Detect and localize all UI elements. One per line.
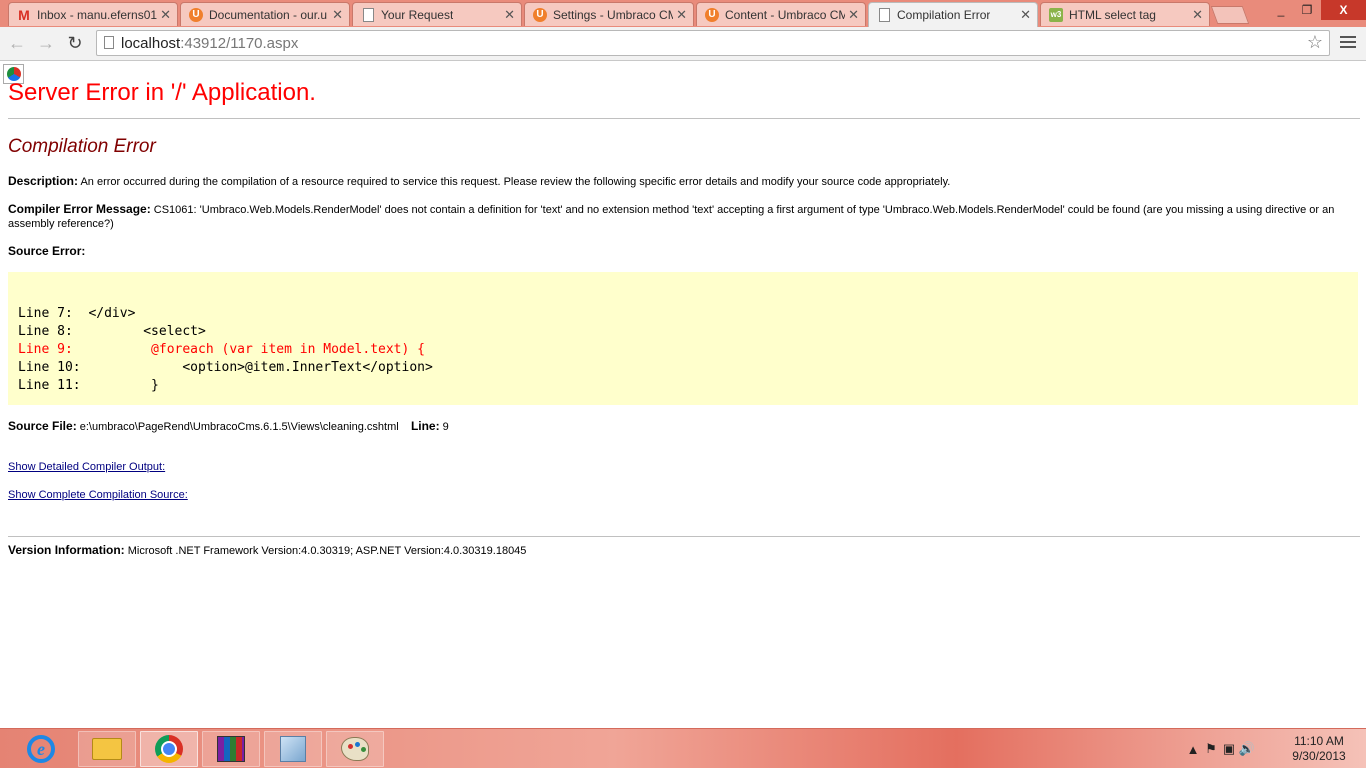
taskbar-paint[interactable]: [326, 731, 384, 767]
close-icon[interactable]: ✕: [848, 7, 859, 23]
document-icon: [361, 8, 375, 22]
close-icon[interactable]: ✕: [332, 7, 343, 23]
tab-title: HTML select tag: [1069, 7, 1156, 22]
show-detailed-compiler-output-link[interactable]: Show Detailed Compiler Output:: [8, 461, 165, 473]
taskbar-winrar[interactable]: [202, 731, 260, 767]
code-line: Line 10: <option>@item.InnerText</option…: [18, 360, 433, 375]
bookmark-star-icon[interactable]: ☆: [1307, 32, 1323, 53]
close-icon[interactable]: ✕: [504, 7, 515, 23]
code-line-error: Line 9: @foreach (var item in Model.text…: [18, 342, 425, 357]
description: Description: An error occurred during th…: [8, 174, 1348, 189]
close-icon[interactable]: ✕: [1020, 7, 1031, 23]
line-number: 9: [442, 421, 449, 433]
clock-time: 11:10 AM: [1294, 734, 1344, 748]
tab-title: Compilation Error: [897, 8, 991, 22]
taskbar-clock[interactable]: 11:10 AM 9/30/2013: [1282, 734, 1356, 764]
description-label: Description:: [8, 174, 79, 188]
taskbar-virtualbox[interactable]: [264, 731, 322, 767]
show-complete-compilation-source-link[interactable]: Show Complete Compilation Source:: [8, 489, 188, 501]
tab-content-umbraco[interactable]: U Content - Umbraco CM ✕: [696, 2, 866, 26]
line-label: Line:: [410, 419, 440, 433]
winrar-icon: [217, 736, 245, 762]
umbraco-icon: U: [189, 7, 203, 22]
tab-title: Content - Umbraco CM: [725, 7, 845, 22]
source-file: Source File: e:\umbraco\PageRend\Umbraco…: [8, 419, 1348, 434]
arrow-right-icon: →: [37, 32, 55, 53]
tab-settings-umbraco[interactable]: U Settings - Umbraco CM ✕: [524, 2, 694, 26]
document-icon: [877, 8, 891, 22]
arrow-left-icon: ←: [8, 32, 26, 53]
w3schools-icon: w3: [1049, 7, 1063, 22]
file-explorer-icon: [92, 738, 122, 760]
tab-title: Documentation - our.u: [209, 7, 328, 22]
address-path: :43912/1170.aspx: [180, 34, 299, 52]
reload-button[interactable]: ↻: [63, 32, 87, 54]
maximize-button[interactable]: ❐: [1294, 0, 1320, 20]
system-tray: ▲ ⚑ ▣ 🔊: [1184, 729, 1256, 769]
reload-icon: ↻: [67, 32, 83, 53]
page-title: Server Error in '/' Application.: [8, 79, 316, 106]
version-label: Version Information:: [8, 543, 125, 557]
source-code-box: Line 7: </div> Line 8: <select> Line 9: @f…: [8, 272, 1358, 405]
internet-explorer-icon: e: [27, 735, 55, 763]
source-error-label: Source Error:: [8, 244, 86, 258]
browser-tabstrip: M Inbox - manu.eferns01 ✕ U Documentatio…: [0, 0, 1366, 27]
clock-date: 9/30/2013: [1292, 749, 1346, 763]
chrome-icon: [155, 735, 183, 763]
address-bar[interactable]: localhost:43912/1170.aspx ☆: [96, 30, 1330, 56]
compiler-error-message: Compiler Error Message: CS1061: 'Umbraco…: [8, 202, 1348, 231]
close-window-button[interactable]: X: [1321, 0, 1366, 20]
forward-button[interactable]: →: [34, 32, 58, 54]
source-file-label: Source File:: [8, 419, 77, 433]
taskbar-internet-explorer[interactable]: e: [12, 731, 70, 767]
close-icon[interactable]: ✕: [676, 7, 687, 23]
page-content: Server Error in '/' Application. Compila…: [0, 62, 1366, 728]
divider: [8, 536, 1360, 537]
action-center-flag-icon[interactable]: ⚑: [1202, 741, 1220, 757]
description-text: An error occurred during the compilation…: [80, 176, 951, 188]
paint-icon: [341, 737, 369, 761]
compiler-error-text: CS1061: 'Umbraco.Web.Models.RenderModel'…: [8, 204, 1335, 230]
show-hidden-icons-icon[interactable]: ▲: [1184, 742, 1202, 757]
divider: [8, 118, 1360, 119]
tab-title: Inbox - manu.eferns01: [37, 7, 157, 22]
close-icon[interactable]: ✕: [160, 7, 171, 23]
tab-inbox[interactable]: M Inbox - manu.eferns01 ✕: [8, 2, 178, 26]
new-tab-button[interactable]: [1210, 6, 1250, 24]
version-information: Version Information: Microsoft .NET Fram…: [8, 543, 1348, 558]
volume-icon[interactable]: 🔊: [1238, 741, 1256, 757]
tab-compilation-error[interactable]: Compilation Error ✕: [868, 2, 1038, 27]
tab-html-select-tag[interactable]: w3 HTML select tag ✕: [1040, 2, 1210, 26]
menu-icon[interactable]: [1340, 34, 1356, 50]
umbraco-icon: U: [705, 7, 719, 22]
page-icon: [104, 36, 114, 49]
browser-toolbar: ← → ↻ localhost:43912/1170.aspx ☆: [0, 27, 1366, 61]
umbraco-icon: U: [533, 7, 547, 22]
code-line: Line 8: <select>: [18, 324, 206, 339]
network-icon[interactable]: ▣: [1220, 741, 1238, 757]
compiler-error-label: Compiler Error Message:: [8, 202, 151, 216]
close-icon[interactable]: ✕: [1192, 7, 1203, 23]
tab-title: Your Request: [381, 7, 454, 22]
taskbar-file-explorer[interactable]: [78, 731, 136, 767]
version-text: Microsoft .NET Framework Version:4.0.303…: [127, 545, 527, 557]
tab-title: Settings - Umbraco CM: [553, 7, 673, 22]
tab-documentation[interactable]: U Documentation - our.u ✕: [180, 2, 350, 26]
address-host: localhost: [121, 34, 181, 52]
taskbar-chrome[interactable]: [140, 731, 198, 767]
error-subtitle: Compilation Error: [8, 136, 156, 157]
taskbar: e ▲ ⚑ ▣ 🔊 11:10 AM 9/30/2013: [0, 728, 1366, 768]
code-line: Line 7: </div>: [18, 306, 136, 321]
back-button[interactable]: ←: [5, 32, 29, 54]
gmail-icon: M: [18, 6, 30, 23]
source-file-path: e:\umbraco\PageRend\UmbracoCms.6.1.5\Vie…: [79, 421, 399, 433]
code-line: Line 11: }: [18, 378, 159, 393]
minimize-button[interactable]: _: [1268, 0, 1294, 20]
tab-your-request[interactable]: Your Request ✕: [352, 2, 522, 26]
virtualbox-icon: [280, 736, 306, 762]
